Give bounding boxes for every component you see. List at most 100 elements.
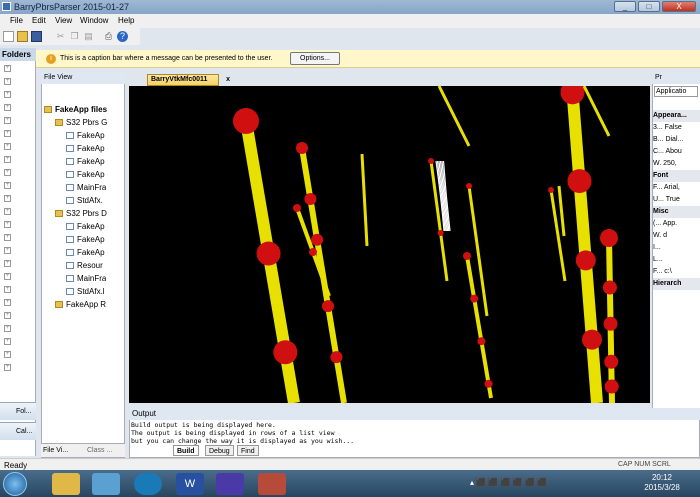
property-row[interactable]: 3... False xyxy=(653,122,700,134)
calendar-nav-button[interactable]: Cal... xyxy=(0,422,36,440)
folder-tree-node[interactable]: + xyxy=(2,181,32,193)
tree-file[interactable]: FakeAp xyxy=(66,247,105,259)
property-row[interactable]: (... App. xyxy=(653,218,700,230)
folder-tree-node[interactable]: + xyxy=(2,259,32,271)
property-category[interactable]: Font xyxy=(653,170,700,182)
print-icon[interactable]: ⎙ xyxy=(103,31,114,42)
tab-class-view[interactable]: Class ... xyxy=(87,445,112,457)
close-button[interactable]: X xyxy=(662,1,696,12)
folder-tree-node[interactable]: + xyxy=(2,64,32,76)
tab-build[interactable]: Build xyxy=(173,445,199,456)
folder-tree-node[interactable]: + xyxy=(2,324,32,336)
barry-app-taskbar-icon[interactable] xyxy=(258,473,286,495)
property-row[interactable]: I... xyxy=(653,242,700,254)
menu-view[interactable]: View xyxy=(55,16,72,25)
tree-item-label: FakeAp xyxy=(77,222,105,231)
clock[interactable]: 20:12 2015/3/28 xyxy=(642,473,682,493)
tree-file[interactable]: MainFra xyxy=(66,182,106,194)
folder-tree-node[interactable]: + xyxy=(2,142,32,154)
property-row[interactable]: F... c:\ xyxy=(653,266,700,278)
property-row[interactable]: F... Arial, xyxy=(653,182,700,194)
tree-folder[interactable]: S32 Pbrs D xyxy=(55,208,107,220)
folder-tree-node[interactable]: + xyxy=(2,207,32,219)
menu-edit[interactable]: Edit xyxy=(32,16,46,25)
folder-tree-node[interactable]: + xyxy=(2,168,32,180)
folder-tree-node[interactable]: + xyxy=(2,103,32,115)
folder-tree-node[interactable]: + xyxy=(2,246,32,258)
folder-tree-node[interactable]: + xyxy=(2,116,32,128)
menu-help[interactable]: Help xyxy=(118,16,134,25)
file-icon xyxy=(66,275,74,282)
word-taskbar-icon[interactable]: W xyxy=(176,473,204,495)
folder-tree-node[interactable]: + xyxy=(2,194,32,206)
tree-file[interactable]: FakeAp xyxy=(66,169,105,181)
menu-file[interactable]: File xyxy=(10,16,23,25)
well-marker-sphere xyxy=(560,86,585,105)
folder-tree-node[interactable]: + xyxy=(2,77,32,89)
property-category[interactable]: Misc xyxy=(653,206,700,218)
copy-icon[interactable]: ❐ xyxy=(69,31,80,42)
property-row[interactable]: W. 250, xyxy=(653,158,700,170)
property-row[interactable]: B... Dial... xyxy=(653,134,700,146)
folder-tree-node[interactable]: + xyxy=(2,90,32,102)
tray-icons[interactable]: ▴ ⬛ ⬛ ⬛ ⬛ ⬛ ⬛ xyxy=(470,478,547,487)
start-button[interactable] xyxy=(3,472,27,496)
close-tab-icon[interactable]: x xyxy=(226,75,230,85)
help-icon[interactable]: ? xyxy=(117,31,128,42)
folder-tree-node[interactable]: + xyxy=(2,350,32,362)
browser-taskbar-icon[interactable] xyxy=(134,473,162,495)
tab-debug[interactable]: Debug xyxy=(205,445,234,456)
well-cylinder xyxy=(566,86,603,403)
tab-find[interactable]: Find xyxy=(237,445,259,456)
tree-folder[interactable]: FakeApp R xyxy=(55,299,106,311)
output-text-area[interactable]: Build output is being displayed here. Th… xyxy=(129,421,689,445)
options-button[interactable]: Options... xyxy=(290,52,340,65)
menu-window[interactable]: Window xyxy=(80,16,108,25)
tree-file[interactable]: FakeAp xyxy=(66,143,105,155)
property-row[interactable]: W. d xyxy=(653,230,700,242)
maximize-button[interactable]: □ xyxy=(638,1,660,12)
tree-file[interactable]: FakeAp xyxy=(66,221,105,233)
caption-bar-message: This is a caption bar where a message ca… xyxy=(60,55,273,62)
new-file-icon[interactable] xyxy=(3,31,14,42)
folders-nav-button[interactable]: Fol... xyxy=(0,402,36,420)
tree-folder[interactable]: S32 Pbrs G xyxy=(55,117,107,129)
property-row[interactable]: C... Abou xyxy=(653,146,700,158)
folder-tree-node[interactable]: + xyxy=(2,220,32,232)
tree-file[interactable]: StdAfx. xyxy=(66,195,103,207)
folder-tree-node[interactable]: + xyxy=(2,285,32,297)
folder-tree-node[interactable]: + xyxy=(2,233,32,245)
folder-tree-node[interactable]: + xyxy=(2,311,32,323)
folder-icon xyxy=(55,301,63,308)
property-row[interactable]: U... True xyxy=(653,194,700,206)
properties-object-select[interactable]: Applicatio xyxy=(654,86,698,97)
property-category[interactable]: Appeara... xyxy=(653,110,700,122)
tab-document[interactable]: BarryVtkMfc0011 x xyxy=(147,74,230,86)
folder-tree-node[interactable]: + xyxy=(2,129,32,141)
folder-tree-node[interactable]: + xyxy=(2,298,32,310)
folder-tree-node[interactable]: + xyxy=(2,272,32,284)
property-category[interactable]: Hierarch xyxy=(653,278,700,290)
tree-item-label: StdAfx. xyxy=(77,196,103,205)
folder-tree-node[interactable]: + xyxy=(2,363,32,375)
paste-icon[interactable]: ▤ xyxy=(83,31,94,42)
tree-file[interactable]: FakeAp xyxy=(66,156,105,168)
cut-icon[interactable]: ✂ xyxy=(55,31,66,42)
explorer-taskbar-icon[interactable] xyxy=(52,473,80,495)
tree-file[interactable]: StdAfx.l xyxy=(66,286,105,298)
tree-file[interactable]: Resour xyxy=(66,260,103,272)
folder-tree-node[interactable]: + xyxy=(2,155,32,167)
save-icon[interactable] xyxy=(31,31,42,42)
tree-file[interactable]: FakeAp xyxy=(66,234,105,246)
visual-studio-taskbar-icon[interactable] xyxy=(216,473,244,495)
folder-tree-node[interactable]: + xyxy=(2,337,32,349)
tree-file[interactable]: MainFra xyxy=(66,273,106,285)
vtk-3d-viewport[interactable] xyxy=(129,86,650,403)
tree-folder[interactable]: FakeApp files xyxy=(44,104,107,116)
tree-file[interactable]: FakeAp xyxy=(66,130,105,142)
app-taskbar-icon[interactable] xyxy=(92,473,120,495)
tab-file-view[interactable]: File Vi... xyxy=(43,445,68,457)
open-folder-icon[interactable] xyxy=(17,31,28,42)
minimize-button[interactable]: _ xyxy=(614,1,636,12)
property-row[interactable]: L... xyxy=(653,254,700,266)
